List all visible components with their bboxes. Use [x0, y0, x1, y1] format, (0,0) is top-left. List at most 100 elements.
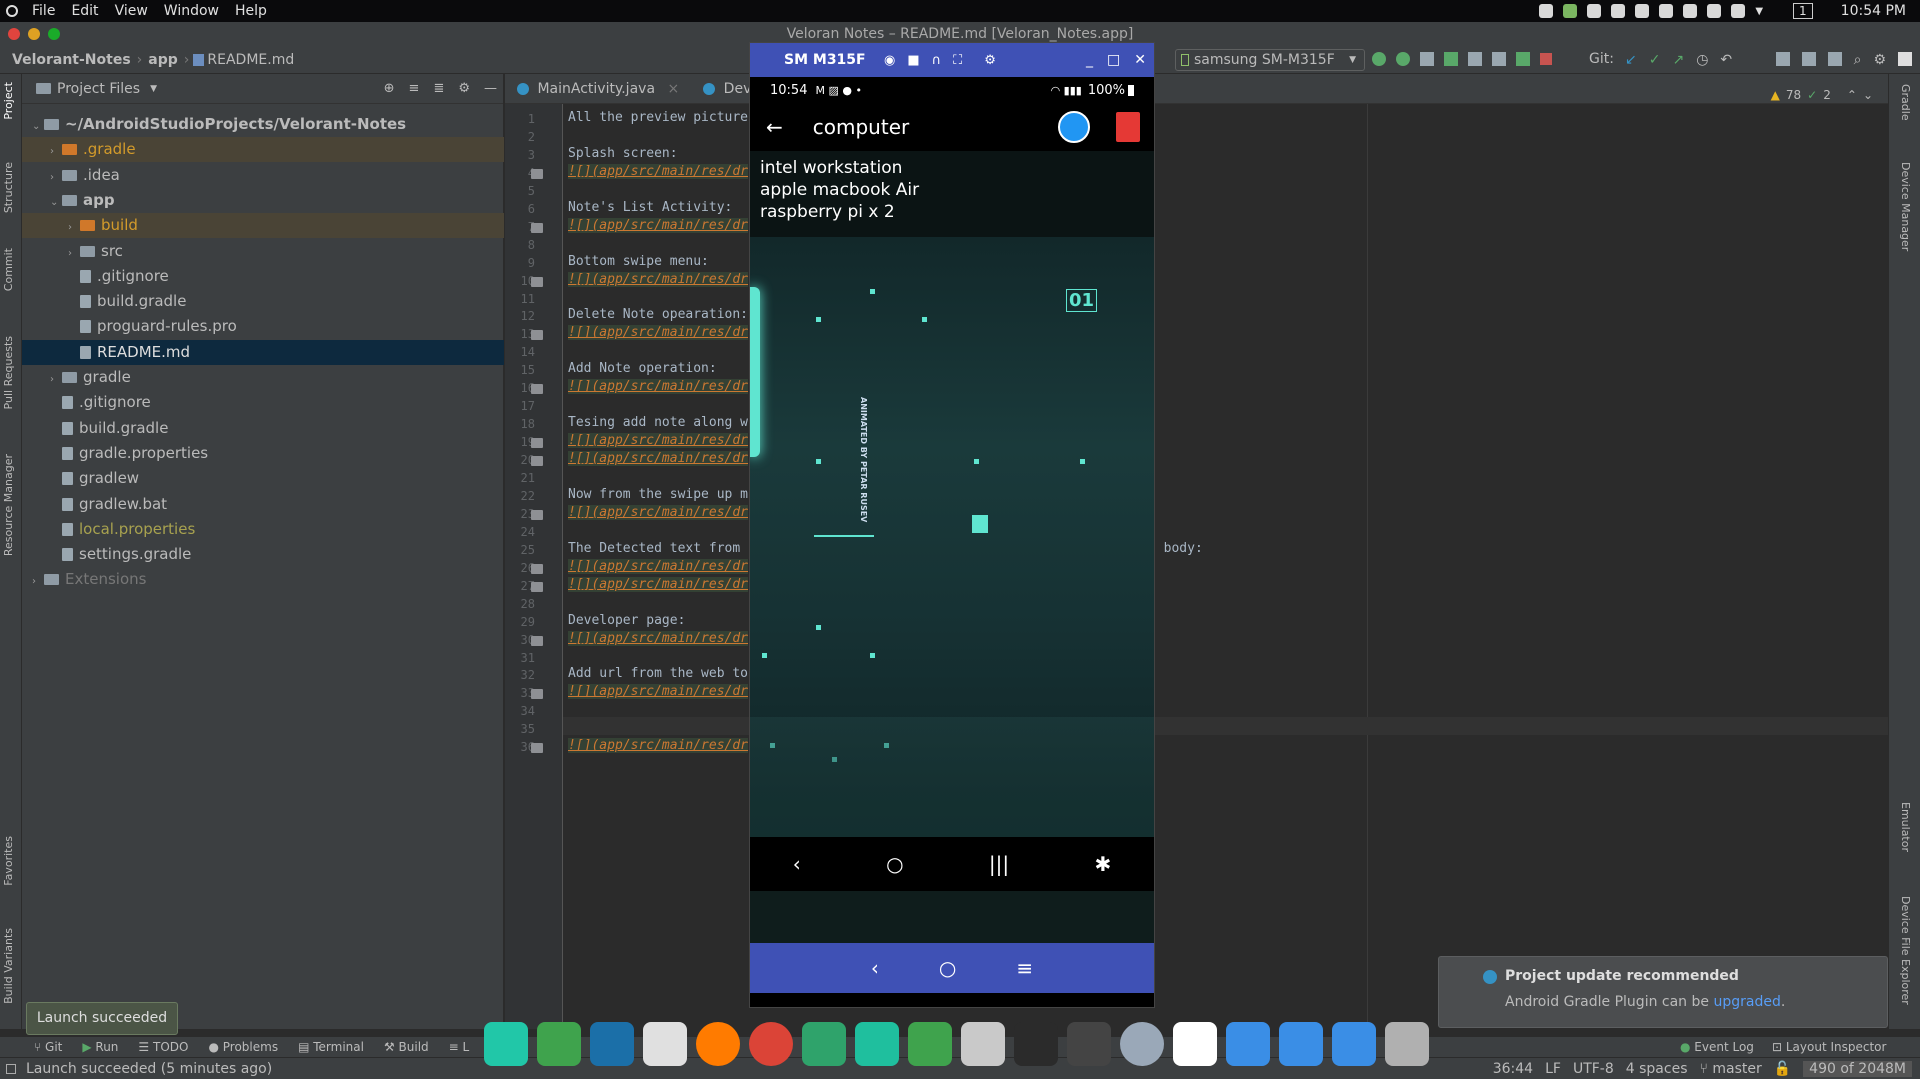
emulator-home-icon[interactable]: ○: [939, 956, 956, 980]
device-selector[interactable]: samsung SM-M315F ▼: [1175, 49, 1365, 71]
update-notification[interactable]: Project update recommended Android Gradl…: [1438, 956, 1888, 1028]
close-window-icon[interactable]: [8, 28, 20, 40]
image-preview-icon[interactable]: [531, 438, 543, 449]
tree-item[interactable]: gradlew: [22, 466, 504, 491]
code-line[interactable]: ![](app/src/main/res/dr: [568, 558, 749, 574]
expand-all-icon[interactable]: ≡: [409, 81, 420, 96]
assistant-icon[interactable]: [1898, 52, 1912, 66]
tray-expand-icon[interactable]: ▼: [1755, 6, 1763, 17]
tree-item[interactable]: build.gradle: [22, 289, 504, 314]
tool-event-log[interactable]: ● Event Log: [1680, 1040, 1754, 1054]
code-line[interactable]: ![](app/src/main/res/dr: [568, 504, 749, 520]
minimize-window-icon[interactable]: [28, 28, 40, 40]
menu-file[interactable]: File: [24, 3, 63, 19]
minimize-icon[interactable]: _: [1086, 52, 1093, 68]
dock-app-icon[interactable]: [1120, 1022, 1164, 1066]
system-clock[interactable]: 10:54 PM: [1841, 3, 1906, 19]
tree-item[interactable]: › Extensions: [22, 567, 504, 592]
tree-item[interactable]: ⌄ ~/AndroidStudioProjects/Velorant-Notes: [22, 112, 504, 137]
dock-app-icon[interactable]: [1226, 1022, 1270, 1066]
image-preview-icon[interactable]: [531, 581, 543, 592]
tree-item[interactable]: ⌄ app: [22, 188, 504, 213]
tab-mainactivity[interactable]: MainActivity.java ×: [505, 74, 691, 104]
gradle-sync-icon[interactable]: [1775, 52, 1790, 66]
tray-phone-icon[interactable]: [1707, 4, 1722, 18]
dock-app-icon[interactable]: [961, 1022, 1005, 1066]
git-branch[interactable]: ⑂ master: [1700, 1061, 1762, 1077]
menu-window[interactable]: Window: [156, 3, 227, 19]
indent-setting[interactable]: 4 spaces: [1626, 1061, 1688, 1077]
tree-item[interactable]: gradle.properties: [22, 441, 504, 466]
audio-icon[interactable]: ∩: [932, 53, 942, 68]
lock-icon[interactable]: 🔓: [1774, 1061, 1791, 1077]
chevron-down-icon[interactable]: ▼: [150, 84, 157, 94]
tool-tab-resource-manager[interactable]: Resource Manager: [2, 454, 15, 556]
chevron-right-icon[interactable]: ›: [68, 241, 80, 266]
coverage-icon[interactable]: [1516, 52, 1530, 66]
status-toggle-icon[interactable]: [6, 1063, 16, 1074]
tree-item[interactable]: › .gradle: [22, 137, 504, 163]
system-logo-icon[interactable]: [6, 5, 18, 17]
tool-problems[interactable]: ● Problems: [208, 1040, 278, 1054]
tree-item[interactable]: proguard-rules.pro: [22, 314, 504, 339]
code-line[interactable]: ![](app/src/main/res/dr: [568, 217, 749, 233]
git-commit-icon[interactable]: ✓: [1649, 52, 1661, 68]
memory-indicator[interactable]: 490 of 2048M: [1803, 1060, 1912, 1077]
tree-item[interactable]: .gitignore: [22, 390, 504, 415]
tool-todo[interactable]: ☰ TODO: [138, 1040, 188, 1054]
code-line[interactable]: Bottom swipe menu:: [568, 254, 709, 269]
accessibility-icon[interactable]: ✱: [1095, 852, 1112, 876]
code-line[interactable]: Now from the swipe up m: [568, 487, 748, 502]
profile-icon[interactable]: [1468, 52, 1482, 66]
code-line[interactable]: ![](app/src/main/res/dr: [568, 576, 749, 592]
chevron-right-icon[interactable]: ›: [50, 165, 62, 190]
settings-gear-icon[interactable]: ⚙: [1873, 52, 1886, 68]
delete-trash-icon[interactable]: [1116, 112, 1140, 142]
tool-tab-project[interactable]: Project: [2, 82, 15, 120]
apply-code-changes-icon[interactable]: [1396, 52, 1410, 66]
image-preview-icon[interactable]: [531, 330, 543, 341]
dock-app-icon[interactable]: [908, 1022, 952, 1066]
code-line[interactable]: Delete Note opearation:: [568, 307, 748, 322]
screen-record-icon[interactable]: ■: [907, 53, 919, 68]
git-update-icon[interactable]: ↙: [1625, 52, 1637, 68]
code-line[interactable]: Note's List Activity:: [568, 200, 732, 215]
tree-item[interactable]: settings.gradle: [22, 542, 504, 567]
image-preview-icon[interactable]: [531, 563, 543, 574]
image-preview-icon[interactable]: [531, 456, 543, 467]
code-line[interactable]: Developer page:: [568, 613, 685, 628]
screenshot-icon[interactable]: ◉: [884, 53, 895, 68]
upgrade-link[interactable]: upgraded: [1713, 994, 1780, 1010]
search-icon[interactable]: ⌕: [1854, 52, 1862, 68]
image-preview-icon[interactable]: [531, 168, 543, 179]
attach-debugger-icon[interactable]: [1492, 52, 1506, 66]
dock-app-icon[interactable]: [1173, 1022, 1217, 1066]
breadcrumb-project[interactable]: Velorant-Notes: [0, 52, 137, 68]
image-preview-icon[interactable]: [531, 276, 543, 287]
clipboard-icon[interactable]: [1635, 4, 1650, 18]
telegram-icon[interactable]: [1611, 4, 1626, 18]
tool-tab-structure[interactable]: Structure: [2, 162, 15, 213]
dock-app-icon[interactable]: [1014, 1022, 1058, 1066]
dock-app-icon[interactable]: [590, 1022, 634, 1066]
dock-app-icon[interactable]: [1279, 1022, 1323, 1066]
tool-tab-favorites[interactable]: Favorites: [2, 836, 15, 886]
sdk-manager-icon[interactable]: [1827, 52, 1842, 66]
sync-icon[interactable]: [1420, 52, 1434, 66]
code-line[interactable]: ![](app/src/main/res/dr: [568, 451, 749, 467]
tree-item[interactable]: .gitignore: [22, 264, 504, 289]
volume-icon[interactable]: [1659, 4, 1674, 18]
maximize-icon[interactable]: □: [1107, 52, 1120, 68]
close-icon[interactable]: ✕: [1134, 52, 1146, 68]
image-preview-icon[interactable]: [531, 743, 543, 754]
tree-item[interactable]: gradlew.bat: [22, 492, 504, 517]
fullscreen-icon[interactable]: ⛶: [953, 53, 962, 68]
menu-edit[interactable]: Edit: [63, 3, 106, 19]
dock-app-icon[interactable]: [537, 1022, 581, 1066]
workspace-indicator[interactable]: 1: [1793, 3, 1813, 19]
collapse-all-icon[interactable]: ≣: [433, 81, 444, 96]
tray-mail-icon[interactable]: [1587, 4, 1602, 18]
phone-recents-icon[interactable]: |||: [989, 852, 1009, 876]
tree-item[interactable]: › gradle: [22, 365, 504, 390]
speak-icon[interactable]: [1058, 111, 1090, 143]
